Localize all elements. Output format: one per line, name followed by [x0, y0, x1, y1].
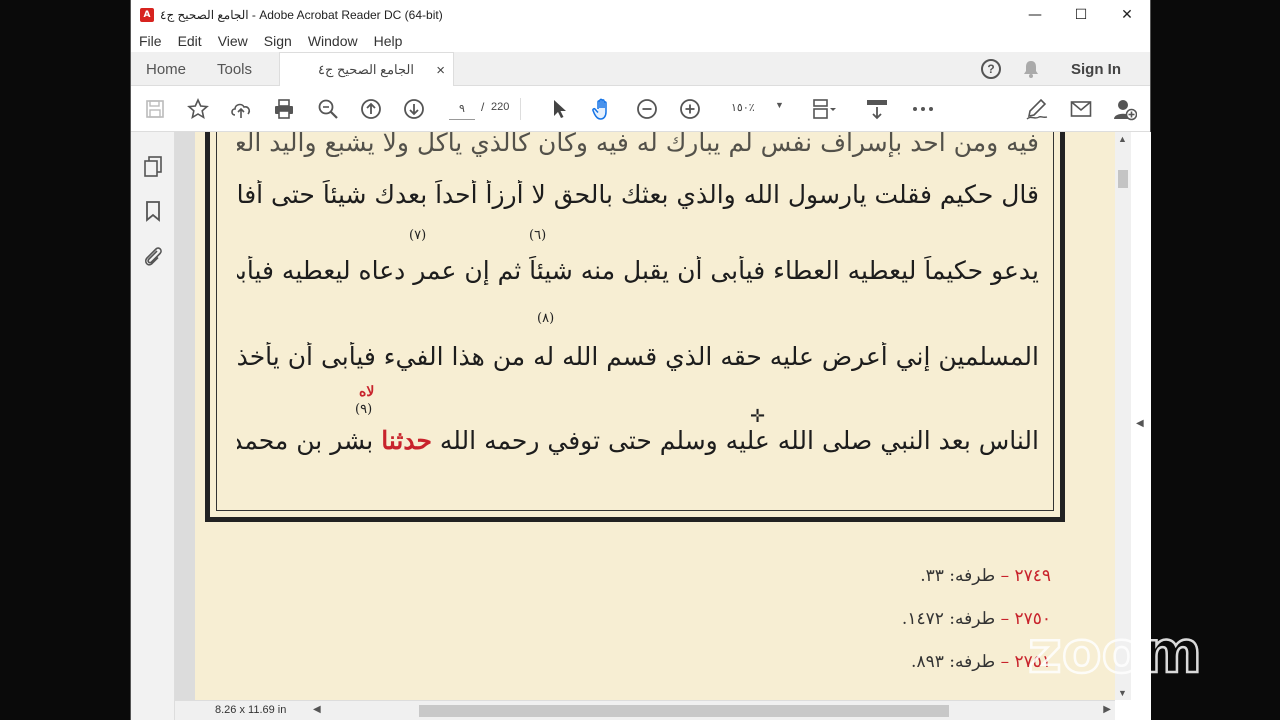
- help-button[interactable]: ?: [981, 52, 1001, 86]
- menu-edit[interactable]: Edit: [176, 33, 202, 49]
- close-tab-button[interactable]: ×: [436, 62, 445, 79]
- bookmark-icon[interactable]: [142, 199, 164, 223]
- current-page-input[interactable]: ٩: [449, 98, 475, 120]
- tab-document[interactable]: الجامع الصحيح ج٤ ×: [279, 52, 454, 87]
- scroll-right-arrow[interactable]: ▶: [1103, 704, 1111, 715]
- footnote-text: طرفه: ١٤٧٢.: [901, 609, 996, 629]
- bell-icon: [1024, 61, 1038, 78]
- notifications-button[interactable]: [1023, 52, 1039, 86]
- email-icon[interactable]: [1069, 97, 1093, 121]
- menu-view[interactable]: View: [216, 33, 248, 49]
- menu-bar: File Edit View Sign Window Help: [131, 30, 1150, 52]
- status-bar: 8.26 x 11.69 in ◀ ▶: [175, 700, 1115, 720]
- left-navigation-panel: [131, 132, 175, 720]
- footnote-text: طرفه: ٣٣.: [920, 566, 996, 586]
- page-size-label: 8.26 x 11.69 in: [215, 704, 287, 716]
- maximize-button[interactable]: ☐: [1058, 0, 1104, 30]
- close-window-button[interactable]: ✕: [1104, 0, 1150, 30]
- total-pages: 220: [491, 101, 510, 113]
- sign-in-button[interactable]: Sign In: [1071, 52, 1121, 86]
- page-fit-icon[interactable]: [812, 97, 836, 121]
- select-cursor-icon[interactable]: [548, 97, 572, 121]
- zoom-logo: zoom: [1028, 622, 1203, 682]
- text-frame-inner: فيه ومن أحد بإسراف نفس لم يبارك له فيه و…: [216, 132, 1054, 511]
- zoom-out-icon[interactable]: [635, 97, 659, 121]
- footnote-marker-9: (٩): [355, 402, 373, 417]
- help-icon: ?: [981, 59, 1001, 79]
- scroll-left-arrow[interactable]: ◀: [313, 704, 321, 715]
- sign-in-label: Sign In: [1071, 60, 1121, 78]
- tab-bar: Home Tools الجامع الصحيح ج٤ × ? Sign In: [131, 52, 1150, 87]
- page-separator: /: [481, 100, 485, 114]
- haddathana-red-text: حدثنا: [381, 426, 432, 455]
- red-annotation: لاه: [359, 384, 375, 400]
- arabic-line-5-end: بشر بن محمد السختياني أخبرنا: [237, 426, 374, 455]
- scroll-up-arrow[interactable]: ▲: [1118, 134, 1127, 144]
- toolbar-divider: [520, 98, 521, 120]
- footnote-number: ٢٧٤٩ –: [1000, 566, 1051, 586]
- zoom-level-input[interactable]: ١٥٠٪: [731, 101, 755, 114]
- footnote-2749: ٢٧٤٩ – طرفه: ٣٣.: [920, 566, 1051, 586]
- bookmark-star-icon[interactable]: [186, 97, 210, 121]
- more-icon[interactable]: [911, 97, 935, 121]
- pages-icon[interactable]: [142, 154, 164, 178]
- add-user-icon[interactable]: [1113, 97, 1137, 121]
- horizontal-scroll-thumb[interactable]: [419, 705, 949, 717]
- pdf-page: فيه ومن أحد بإسراف نفس لم يبارك له فيه و…: [195, 132, 1115, 700]
- footnote-marker-7: (٧): [409, 228, 427, 243]
- zoom-watermark-text: zoom: [1028, 622, 1202, 682]
- footnote-marker-8: (٨): [537, 311, 555, 326]
- menu-file[interactable]: File: [137, 33, 162, 49]
- search-zoom-icon[interactable]: [316, 97, 340, 121]
- menu-help[interactable]: Help: [372, 33, 403, 49]
- next-page-icon[interactable]: [402, 97, 426, 121]
- crosshair-cursor-icon: ✛: [750, 406, 766, 426]
- tab-home[interactable]: Home: [146, 52, 186, 86]
- scroll-down-arrow[interactable]: ▼: [1118, 688, 1127, 698]
- window-title: الجامع الصحيح ج٤ - Adobe Acrobat Reader …: [160, 8, 443, 22]
- arabic-line-1: فيه ومن أحد بإسراف نفس لم يبارك له فيه و…: [237, 132, 1039, 157]
- save-icon[interactable]: [143, 97, 167, 121]
- vertical-scroll-thumb[interactable]: [1118, 170, 1128, 188]
- upload-icon[interactable]: [229, 97, 253, 121]
- menu-sign[interactable]: Sign: [262, 33, 292, 49]
- zoom-in-icon[interactable]: [678, 97, 702, 121]
- arabic-line-2: قال حكيم فقلت يارسول الله والذي بعثك بال…: [237, 180, 1039, 209]
- text-frame: فيه ومن أحد بإسراف نفس لم يبارك له فيه و…: [205, 132, 1065, 522]
- horizontal-scrollbar[interactable]: [329, 705, 1099, 717]
- minimize-button[interactable]: —: [1012, 0, 1058, 30]
- attachment-icon[interactable]: [142, 244, 164, 268]
- arabic-line-4: المسلمين إني أعرض عليه حقه الذي قسم الله…: [237, 342, 1039, 371]
- acrobat-app-icon: A: [140, 8, 154, 22]
- arabic-line-5: الناس بعد النبي صلى الله عليه وسلم حتى ت…: [237, 426, 1039, 455]
- footnote-text: طرفه: ٨٩٣.: [911, 652, 996, 672]
- arabic-line-3: يدعو حكيماً ليعطيه العطاء فيأبى أن يقبل …: [237, 256, 1039, 285]
- print-icon[interactable]: [272, 97, 296, 121]
- prev-page-icon[interactable]: [359, 97, 383, 121]
- menu-window[interactable]: Window: [306, 33, 358, 49]
- arabic-line-5-start: الناس بعد النبي صلى الله عليه وسلم حتى ت…: [439, 426, 1039, 455]
- footnote-marker-6: (٦): [529, 228, 547, 243]
- vertical-scrollbar[interactable]: ▲ ▼: [1115, 132, 1131, 700]
- toolbar: ٩ / 220 ١٥٠٪ ▼: [131, 86, 1150, 132]
- tab-tools[interactable]: Tools: [217, 52, 252, 86]
- window-controls: — ☐ ✕: [1012, 0, 1150, 30]
- scroll-mode-icon[interactable]: [865, 97, 889, 121]
- document-viewport[interactable]: فيه ومن أحد بإسراف نفس لم يبارك له فيه و…: [175, 132, 1115, 700]
- sign-pen-icon[interactable]: [1025, 97, 1049, 121]
- acrobat-window: A الجامع الصحيح ج٤ - Adobe Acrobat Reade…: [130, 0, 1151, 720]
- zoom-dropdown-caret[interactable]: ▼: [775, 100, 784, 110]
- document-tab-label: الجامع الصحيح ج٤: [318, 62, 414, 77]
- title-bar: A الجامع الصحيح ج٤ - Adobe Acrobat Reade…: [131, 0, 1150, 30]
- hand-tool-icon[interactable]: [591, 97, 615, 121]
- right-panel-expand-arrow[interactable]: ◀: [1136, 418, 1144, 429]
